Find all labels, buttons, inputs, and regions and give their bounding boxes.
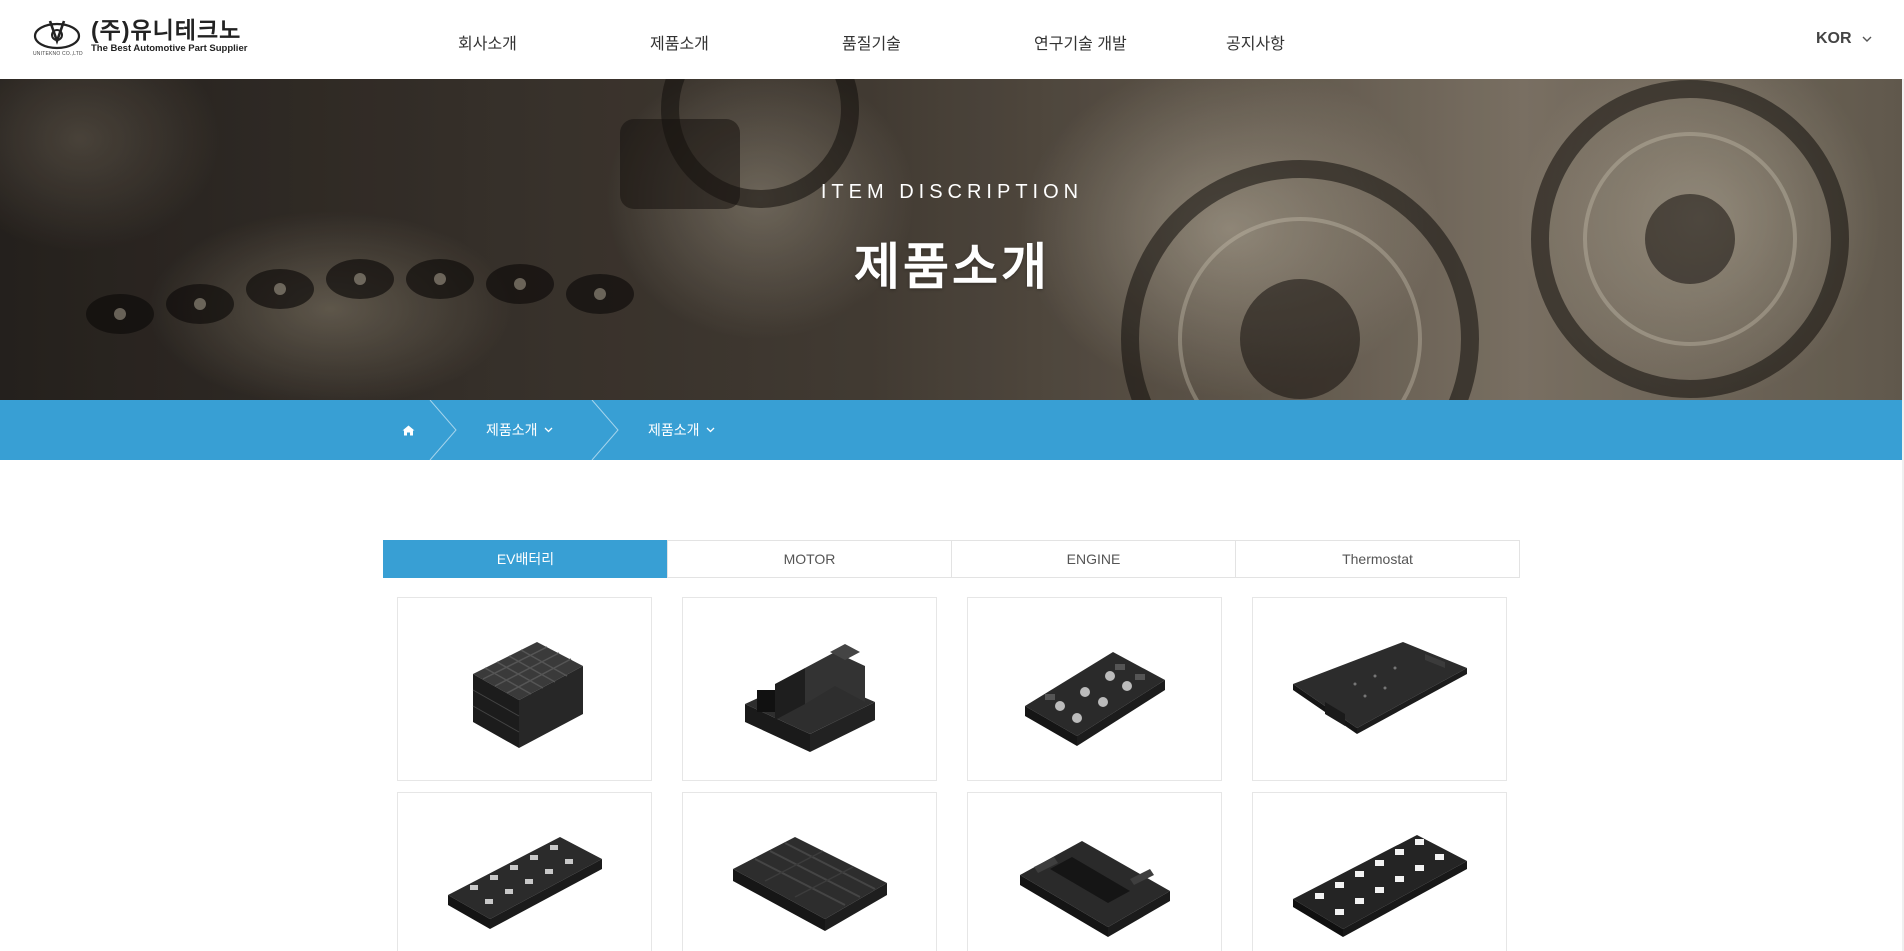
tab-engine[interactable]: ENGINE: [951, 540, 1236, 578]
hero-banner: ITEM DISCRIPTION 제품소개: [0, 79, 1904, 400]
hero-eyebrow: ITEM DISCRIPTION: [820, 181, 1084, 203]
breadcrumb-home[interactable]: [383, 400, 433, 460]
tab-thermostat[interactable]: Thermostat: [1235, 540, 1520, 578]
frame-grid-icon: [1292, 835, 1467, 937]
breadcrumb-separator: [429, 400, 457, 460]
nav-item-research[interactable]: 연구기술 개발: [1034, 30, 1127, 54]
product-card[interactable]: [967, 597, 1222, 781]
product-card[interactable]: [682, 792, 937, 951]
language-selector[interactable]: KOR: [1816, 30, 1872, 48]
logo-name: (주)유니테크노: [91, 17, 242, 43]
product-card[interactable]: [1252, 597, 1507, 781]
cover-plate-icon: [1292, 642, 1467, 734]
site-header: UNITEKNO CO.,LTD (주)유니테크노 The Best Autom…: [0, 0, 1904, 79]
cell-frame-icon: [447, 837, 602, 929]
company-logo[interactable]: UNITEKNO CO.,LTD (주)유니테크노 The Best Autom…: [33, 17, 253, 61]
logo-mark-icon: UNITEKNO CO.,LTD: [33, 17, 83, 57]
tab-ev-battery[interactable]: EV배터리: [383, 540, 668, 578]
bracket-icon: [1019, 841, 1170, 937]
product-card[interactable]: [1252, 792, 1507, 951]
product-card[interactable]: [682, 597, 937, 781]
battery-module-case-icon: [472, 642, 583, 748]
language-label: KOR: [1816, 30, 1852, 47]
chevron-down-icon: [544, 427, 552, 433]
breadcrumb-item-1[interactable]: 제품소개: [486, 400, 553, 460]
nav-item-notice[interactable]: 공지사항: [1226, 30, 1285, 54]
breadcrumb-item-label: 제품소개: [648, 422, 700, 438]
chevron-down-icon: [1862, 36, 1872, 42]
nav-item-company[interactable]: 회사소개: [458, 30, 517, 54]
home-icon: [402, 425, 414, 435]
nav-item-quality[interactable]: 품질기술: [842, 30, 901, 54]
battery-housing-icon: [744, 644, 875, 752]
breadcrumb-separator: [591, 400, 619, 460]
logo-mark-caption: UNITEKNO CO.,LTD: [33, 51, 83, 57]
breadcrumb-item-label: 제품소개: [486, 422, 538, 438]
tray-icon: [732, 837, 887, 931]
chevron-down-icon: [706, 427, 714, 433]
breadcrumb: 제품소개 제품소개: [0, 400, 1904, 460]
logo-tagline: The Best Automotive Part Supplier: [91, 43, 248, 54]
tab-motor[interactable]: MOTOR: [667, 540, 952, 578]
busbar-holder-icon: [1024, 652, 1165, 746]
product-card[interactable]: [967, 792, 1222, 951]
category-tabs: EV배터리 MOTOR ENGINE Thermostat: [383, 540, 1522, 578]
product-card[interactable]: [397, 597, 652, 781]
nav-item-products[interactable]: 제품소개: [650, 30, 709, 54]
product-card[interactable]: [397, 792, 652, 951]
hero-title: 제품소개: [854, 239, 1050, 295]
breadcrumb-item-2[interactable]: 제품소개: [648, 400, 715, 460]
